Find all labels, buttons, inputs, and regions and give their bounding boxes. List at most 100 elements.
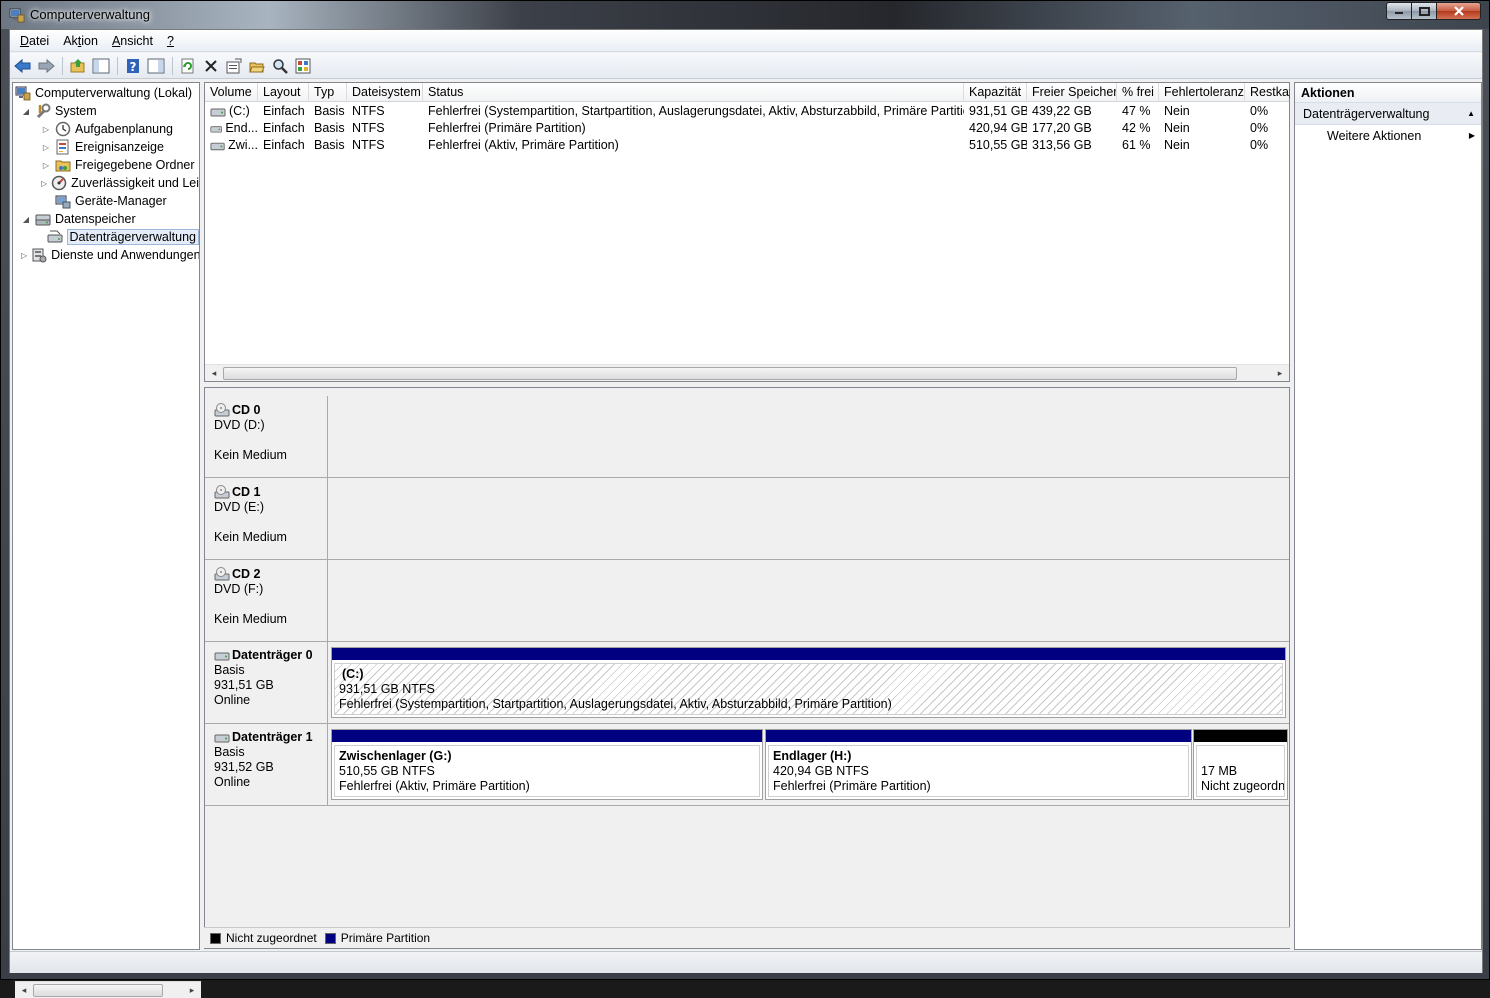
disk-label[interactable]: Datenträger 1 Basis 931,52 GB Online (205, 724, 328, 805)
column-header-layout[interactable]: Layout (258, 83, 309, 102)
partition-status: Nicht zugeordn (1201, 779, 1285, 793)
drive-icon (210, 142, 225, 150)
column-header-status[interactable]: Status (423, 83, 964, 102)
partition-g[interactable]: Zwischenlager (G:) 510,55 GB NTFS Fehler… (331, 729, 763, 800)
column-header-volume[interactable]: Volume (205, 83, 258, 102)
partition-title: (C:) (342, 667, 364, 681)
partition-size: 510,55 GB NTFS (339, 764, 435, 778)
forward-button[interactable] (35, 55, 56, 76)
back-button[interactable] (12, 55, 33, 76)
console-tree[interactable]: Computerverwaltung (Lokal) ◢ System ▷ Au… (12, 82, 201, 998)
menu-help[interactable]: ? (160, 34, 181, 48)
tree-item-computer-management[interactable]: Computerverwaltung (Lokal) (13, 84, 199, 102)
table-row[interactable]: End... Einfach Basis NTFS Fehlerfrei (Pr… (205, 120, 1289, 137)
action-label: Weitere Aktionen (1327, 129, 1422, 143)
action-more-actions[interactable]: Weitere Aktionen ▶ (1295, 125, 1481, 147)
column-header-free-space[interactable]: Freier Speicher (1027, 83, 1117, 102)
search-button[interactable] (269, 55, 290, 76)
list-horizontal-scrollbar[interactable]: ◂ ▸ (205, 364, 1289, 381)
up-folder-button[interactable] (67, 55, 88, 76)
legend-swatch-unallocated (210, 932, 221, 944)
menu-help-accel: ? (166, 33, 174, 48)
tree-item-system[interactable]: ◢ System (13, 102, 199, 120)
disk-label[interactable]: Datenträger 0 Basis 931,51 GB Online (205, 642, 328, 723)
actions-group-disk-management[interactable]: Datenträgerverwaltung ▲ (1295, 103, 1481, 125)
tree-horizontal-scrollbar[interactable]: ◂ ▸ (15, 981, 201, 998)
scroll-left-icon[interactable]: ◂ (17, 983, 31, 997)
drive-icon (210, 108, 226, 116)
column-header-overhead[interactable]: Restkap (1245, 83, 1290, 102)
submenu-arrow-icon: ▶ (1468, 131, 1475, 140)
tree-item-device-manager[interactable]: Geräte-Manager (13, 192, 199, 210)
column-header-type[interactable]: Typ (309, 83, 347, 102)
help-button[interactable]: ? (122, 55, 143, 76)
settings-button[interactable] (292, 55, 313, 76)
expand-arrow-icon[interactable]: ▷ (21, 250, 27, 260)
table-row[interactable]: (C:) Einfach Basis NTFS Fehlerfrei (Syst… (205, 103, 1289, 120)
properties-button[interactable] (223, 55, 244, 76)
expand-arrow-icon[interactable]: ▷ (41, 178, 47, 188)
up-folder-icon (70, 58, 84, 72)
disk-row-cd1[interactable]: CD 1 DVD (E:) Kein Medium (205, 478, 1289, 560)
scroll-left-icon[interactable]: ◂ (207, 366, 221, 380)
disk-label[interactable]: CD 1 DVD (E:) Kein Medium (205, 478, 328, 559)
tree-item-disk-management[interactable]: Datenträgerverwaltung (13, 228, 199, 246)
tree-item-shared-folders[interactable]: ▷ Freigegebene Ordner (13, 156, 199, 174)
partition-c[interactable]: (C:) 931,51 GB NTFS Fehlerfrei (Systempa… (331, 647, 1286, 718)
disk-graphical-view[interactable]: CD 0 DVD (D:) Kein Medium CD 1 DVD (E:) (204, 387, 1290, 949)
show-tree-button[interactable] (90, 55, 111, 76)
disk-row-cd2[interactable]: CD 2 DVD (F:) Kein Medium (205, 560, 1289, 642)
minimize-button[interactable] (1386, 2, 1412, 20)
close-icon (1453, 6, 1464, 16)
open-button[interactable] (246, 55, 267, 76)
clock-icon (55, 121, 71, 137)
disk-status: Kein Medium (214, 530, 287, 544)
collapse-up-icon[interactable]: ▲ (1467, 103, 1475, 125)
disk-partition-area: (C:) 931,51 GB NTFS Fehlerfrei (Systempa… (329, 642, 1289, 723)
primary-partition-bar (766, 730, 1191, 742)
disk-status: Kein Medium (214, 612, 287, 626)
scroll-right-icon[interactable]: ▸ (1273, 366, 1287, 380)
tree-item-label: Freigegebene Ordner (75, 158, 195, 172)
expand-arrow-icon[interactable]: ▷ (41, 142, 51, 152)
cell-filesystem: NTFS (352, 121, 385, 135)
tree-item-storage[interactable]: ◢ Datenspeicher (13, 210, 199, 228)
scroll-right-icon[interactable]: ▸ (185, 983, 199, 997)
close-button[interactable] (1437, 2, 1481, 20)
tree-item-label: Datenträgerverwaltung (66, 229, 199, 245)
column-header-percent-free[interactable]: % frei (1117, 83, 1159, 102)
collapse-arrow-icon[interactable]: ◢ (21, 106, 31, 116)
volume-list[interactable]: Volume Layout Typ Dateisystem Status Kap… (204, 82, 1290, 382)
menu-aktion[interactable]: Aktion (56, 34, 105, 48)
partition-unallocated[interactable]: 17 MB Nicht zugeordn (1193, 729, 1288, 800)
scrollbar-thumb[interactable] (223, 367, 1237, 380)
title-bar[interactable]: Computerverwaltung (1, 1, 1489, 29)
show-action-pane-button[interactable] (145, 55, 166, 76)
maximize-button[interactable] (1412, 2, 1437, 20)
disk-row-disk0[interactable]: Datenträger 0 Basis 931,51 GB Online (C:… (205, 642, 1289, 724)
cell-status: Fehlerfrei (Aktiv, Primäre Partition) (428, 138, 619, 152)
expand-arrow-icon[interactable]: ▷ (41, 124, 51, 134)
disk-label[interactable]: CD 0 DVD (D:) Kein Medium (205, 396, 328, 477)
disk-label[interactable]: CD 2 DVD (F:) Kein Medium (205, 560, 328, 641)
cell-volume: End... (205, 120, 258, 137)
disk-row-disk1[interactable]: Datenträger 1 Basis 931,52 GB Online Zwi… (205, 724, 1289, 806)
menu-ansicht[interactable]: Ansicht (105, 34, 160, 48)
refresh-button[interactable] (177, 55, 198, 76)
table-row[interactable]: Zwi... Einfach Basis NTFS Fehlerfrei (Ak… (205, 137, 1289, 154)
expand-arrow-icon[interactable]: ▷ (41, 160, 51, 170)
collapse-arrow-icon[interactable]: ◢ (21, 214, 31, 224)
partition-h[interactable]: Endlager (H:) 420,94 GB NTFS Fehlerfrei … (765, 729, 1192, 800)
column-header-capacity[interactable]: Kapazität (964, 83, 1027, 102)
column-header-filesystem[interactable]: Dateisystem (347, 83, 423, 102)
cell-volume: (C:) (205, 103, 258, 120)
tree-item-services-applications[interactable]: ▷ Dienste und Anwendungen (13, 246, 199, 264)
scrollbar-thumb[interactable] (33, 984, 163, 997)
disk-row-cd0[interactable]: CD 0 DVD (D:) Kein Medium (205, 396, 1289, 478)
menu-datei[interactable]: Datei (13, 34, 56, 48)
tree-item-reliability[interactable]: ▷ Zuverlässigkeit und Leis (13, 174, 199, 192)
tree-item-event-viewer[interactable]: ▷ Ereignisanzeige (13, 138, 199, 156)
column-header-fault-tolerance[interactable]: Fehlertoleranz (1159, 83, 1245, 102)
tree-item-task-scheduler[interactable]: ▷ Aufgabenplanung (13, 120, 199, 138)
delete-button[interactable] (200, 55, 221, 76)
